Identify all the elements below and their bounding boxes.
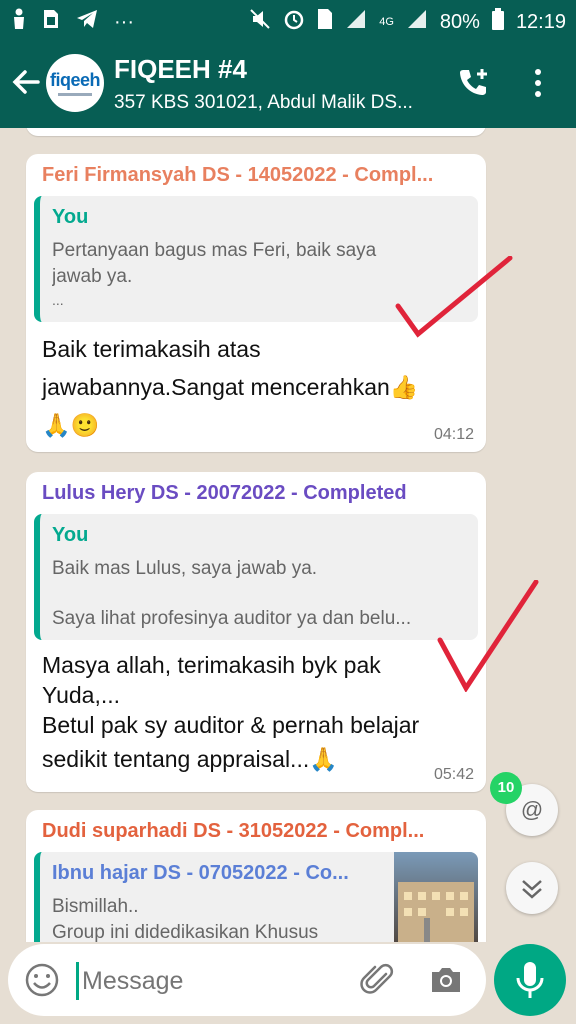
sim-card-icon xyxy=(317,8,333,36)
red-check-annotation xyxy=(437,580,539,692)
chat-area[interactable]: Feri Firmansyah DS - 14052022 - Compl...… xyxy=(0,128,576,942)
message-time: 04:12 xyxy=(433,426,474,443)
sim-icon xyxy=(42,8,60,36)
quoted-message[interactable]: Ibnu hajar DS - 07052022 - Co... Bismill… xyxy=(34,852,478,942)
text-cursor xyxy=(76,962,79,1000)
scroll-down-button[interactable] xyxy=(506,862,558,914)
signal-icon xyxy=(345,9,367,35)
message-bubble[interactable]: Dudi suparhadi DS - 31052022 - Compl... … xyxy=(26,810,486,942)
quoted-author: You xyxy=(52,524,89,546)
status-left-icons: ··· xyxy=(12,8,134,36)
message-input-bar xyxy=(8,944,486,1016)
more-notifications-icon: ··· xyxy=(114,10,134,33)
message-text-line: Baik terimakasih atas xyxy=(42,336,261,362)
microphone-icon xyxy=(516,962,544,998)
mute-icon xyxy=(249,8,271,36)
quoted-author: Ibnu hajar DS - 07052022 - Co... xyxy=(52,862,349,884)
attach-icon[interactable] xyxy=(360,962,396,1003)
quoted-text-line: Baik mas Lulus, saya jawab ya. xyxy=(52,558,318,579)
battery-level: 80% xyxy=(439,10,480,33)
battery-icon xyxy=(491,8,504,36)
message-text-line: 🙏🙂 xyxy=(42,412,100,438)
avatar-logo-underline xyxy=(58,93,92,96)
red-check-annotation xyxy=(395,256,513,338)
network-type: 4G xyxy=(379,15,394,28)
chat-title[interactable]: FIQEEH #4 xyxy=(114,54,247,85)
quoted-author: You xyxy=(52,206,89,228)
message-text-line: jawabannya.Sangat mencerahkan👍 xyxy=(42,374,419,400)
quoted-text-line: Saya lihat profesinya auditor ya dan bel… xyxy=(52,608,412,629)
quoted-text-line: Group ini didedikasikan Khusus xyxy=(52,922,319,942)
message-sender[interactable]: Feri Firmansyah DS - 14052022 - Compl... xyxy=(42,164,472,187)
previous-message-bubble[interactable] xyxy=(26,128,486,136)
person-icon xyxy=(12,8,26,36)
group-avatar[interactable]: fiqeeh xyxy=(46,54,104,112)
message-input[interactable] xyxy=(80,958,344,1004)
quoted-message[interactable]: You Baik mas Lulus, saya jawab ya. Saya … xyxy=(34,514,478,640)
message-text-line: sedikit tentang appraisal...🙏 xyxy=(42,746,338,772)
message-sender[interactable]: Dudi suparhadi DS - 31052022 - Compl... xyxy=(42,820,472,843)
signal-icon-2 xyxy=(406,9,428,35)
clock: 12:19 xyxy=(515,10,566,33)
quoted-text-line: Bismillah.. xyxy=(52,896,139,917)
add-call-icon[interactable] xyxy=(456,66,490,100)
camera-icon[interactable] xyxy=(428,962,464,1003)
chat-header: fiqeeh FIQEEH #4 357 KBS 301021, Abdul M… xyxy=(0,40,576,128)
status-right-icons: 4G 80% 12:19 xyxy=(249,8,566,36)
more-options-icon[interactable] xyxy=(530,68,546,98)
double-chevron-down-icon xyxy=(522,880,542,899)
message-text-line: Betul pak sy auditor & pernah belajar xyxy=(42,712,420,738)
quoted-image-thumbnail xyxy=(394,852,478,942)
message-time: 05:42 xyxy=(433,766,474,783)
back-arrow-icon[interactable] xyxy=(10,66,42,98)
voice-message-button[interactable] xyxy=(494,944,566,1016)
message-bubble[interactable]: Lulus Hery DS - 20072022 - Completed You… xyxy=(26,472,486,792)
unread-mentions-badge: 10 xyxy=(490,772,522,804)
status-bar: ··· 4G 80% 12:19 xyxy=(0,0,576,40)
telegram-icon xyxy=(76,9,98,35)
avatar-logo-text: fiqeeh xyxy=(49,70,101,90)
message-sender[interactable]: Lulus Hery DS - 20072022 - Completed xyxy=(42,482,472,505)
emoji-icon[interactable] xyxy=(24,962,60,1003)
chat-subtitle[interactable]: 357 KBS 301021, Abdul Malik DS... xyxy=(114,92,444,114)
alarm-icon xyxy=(283,8,305,36)
